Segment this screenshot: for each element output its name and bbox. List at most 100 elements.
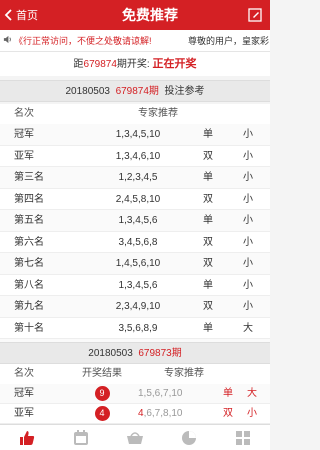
odd-even: 单 [203,172,213,183]
recommend-numbers: 1,3,4,6,10 [115,150,161,162]
table-row: 冠军 9 1,5,6,7,10 单 大 [0,384,270,404]
edit-icon[interactable] [240,7,270,23]
basket-icon [127,431,143,444]
table-row: 第三名 1,2,3,4,5 单 小 [0,167,270,189]
recommend-numbers: 1,2,3,4,5 [118,172,158,183]
big-small: 小 [247,408,257,419]
rank-name: 第四名 [14,193,44,205]
col-name: 名次 [14,108,34,119]
odd-even: 单 [223,388,233,399]
tab-more[interactable] [216,425,270,450]
table-row: 亚军 1,3,4,6,10 双 小 [0,146,270,167]
rank-name: 第九名 [14,301,44,312]
big-small: 小 [243,258,253,269]
col-recommend: 专家推荐 [164,368,204,379]
table-row: 第九名 2,3,4,9,10 双 小 [0,296,270,318]
table-row: 第四名 2,4,5,8,10 双 小 [0,189,270,210]
rank-name: 亚军 [14,408,34,419]
recommend-numbers: 3,4,5,6,8 [118,236,158,248]
rank-name: 第八名 [14,279,44,291]
odd-even: 双 [203,301,213,312]
status-issue: 679874 [83,59,117,70]
result-ball: 4 [82,404,122,424]
rank-name: 冠军 [14,388,34,399]
recommend-numbers: 1,3,4,5,10 [115,129,161,140]
notice-marquee: 《行正常访问，不便之处敬请谅解! 尊敬的用户，皇家彩 [0,30,270,52]
status-prefix: 距 [73,59,84,70]
status-middle: 期开奖: [116,59,153,70]
recommend-numbers: 1,4,5,6,10 [115,258,161,269]
odd-even: 单 [203,322,213,334]
section-issue: 679873期 [138,348,182,359]
big-small: 小 [243,301,253,312]
rank-name: 冠军 [14,129,34,140]
notice-text: 《行正常访问，不便之处敬请谅解! [14,36,152,46]
other-numbers: 1,5,6,7,10 [138,388,183,399]
odd-even: 双 [203,258,213,269]
big-small: 大 [243,322,253,334]
odd-even: 双 [203,193,213,205]
odd-even: 单 [203,215,213,226]
section-header-current: 20180503 679874期 投注参考 [0,80,270,102]
grid-icon [236,430,250,445]
odd-even: 单 [203,129,213,140]
top-bar: 首页 免费推荐 [0,0,270,30]
tab-calendar[interactable] [54,425,108,450]
odd-even: 双 [203,150,213,162]
big-small: 小 [243,279,253,291]
result-number: 4 [94,405,110,421]
recommend-numbers: 1,5,6,7,10 [138,384,218,404]
section-suffix: 投注参考 [164,86,205,97]
big-small: 小 [243,236,253,248]
tab-basket[interactable] [108,425,162,450]
col-result: 开奖结果 [82,368,122,379]
odd-even: 单 [203,279,213,291]
result-ball: 9 [82,384,122,404]
table-row: 第八名 1,3,4,5,6 单 小 [0,275,270,296]
calendar-icon [74,429,88,445]
rank-name: 第十名 [14,322,44,334]
recommend-numbers: 2,4,5,8,10 [115,193,161,205]
big-small: 小 [243,172,253,183]
recommend-numbers: 1,3,4,5,6 [118,279,158,291]
col-recommend: 专家推荐 [138,108,178,119]
table-row: 第五名 1,3,4,5,6 单 小 [0,210,270,232]
result-table: 冠军 9 1,5,6,7,10 单 大亚军 4 4,6,7,8,10 双 小 [0,384,270,424]
back-button[interactable]: 首页 [0,7,60,23]
draw-status: 距679874期开奖: 正在开奖 [0,52,270,76]
tab-recommend[interactable] [0,425,54,450]
rank-name: 第三名 [14,172,44,183]
rank-name: 第五名 [14,215,44,226]
table-row: 冠军 1,3,4,5,10 单 小 [0,124,270,146]
recommend-numbers: 2,3,4,9,10 [115,301,161,312]
rank-name: 第六名 [14,236,44,248]
tab-chart[interactable] [162,425,216,450]
table-row: 第七名 1,4,5,6,10 双 小 [0,253,270,275]
odd-even: 双 [223,408,233,419]
chevron-left-icon [4,9,12,21]
pie-chart-icon [182,430,196,445]
rank-name: 第七名 [14,258,44,269]
bottom-tab-bar [0,424,270,450]
recommend-table: 冠军 1,3,4,5,10 单小亚军 1,3,4,6,10 双小第三名 1,2,3,4,5… [0,124,270,361]
odd-even: 双 [203,236,213,248]
other-numbers: ,6,7,8,10 [143,408,183,419]
rank-name: 亚军 [14,150,34,162]
section-header-previous: 20180503 679873期 [0,342,270,364]
recommend-numbers: 4,6,7,8,10 [138,404,218,424]
big-small: 小 [243,150,253,162]
table-row: 亚军 4 4,6,7,8,10 双 小 [0,404,270,424]
section-issue: 679874期 [115,86,159,97]
big-small: 小 [243,193,253,205]
page-title: 免费推荐 [122,7,178,23]
recommend-numbers: 3,5,6,8,9 [118,322,158,334]
table-header: 名次 专家推荐 [0,104,270,124]
table-row: 第六名 3,4,5,6,8 双 小 [0,232,270,253]
table-header: 名次 开奖结果 专家推荐 [0,364,270,384]
result-number: 9 [94,385,110,401]
back-label: 首页 [16,10,38,22]
table-row: 第十名 3,5,6,8,9 单 大 [0,318,270,339]
big-small: 小 [243,215,253,226]
recommend-numbers: 1,3,4,5,6 [118,215,158,226]
section-date: 20180503 [88,348,133,359]
